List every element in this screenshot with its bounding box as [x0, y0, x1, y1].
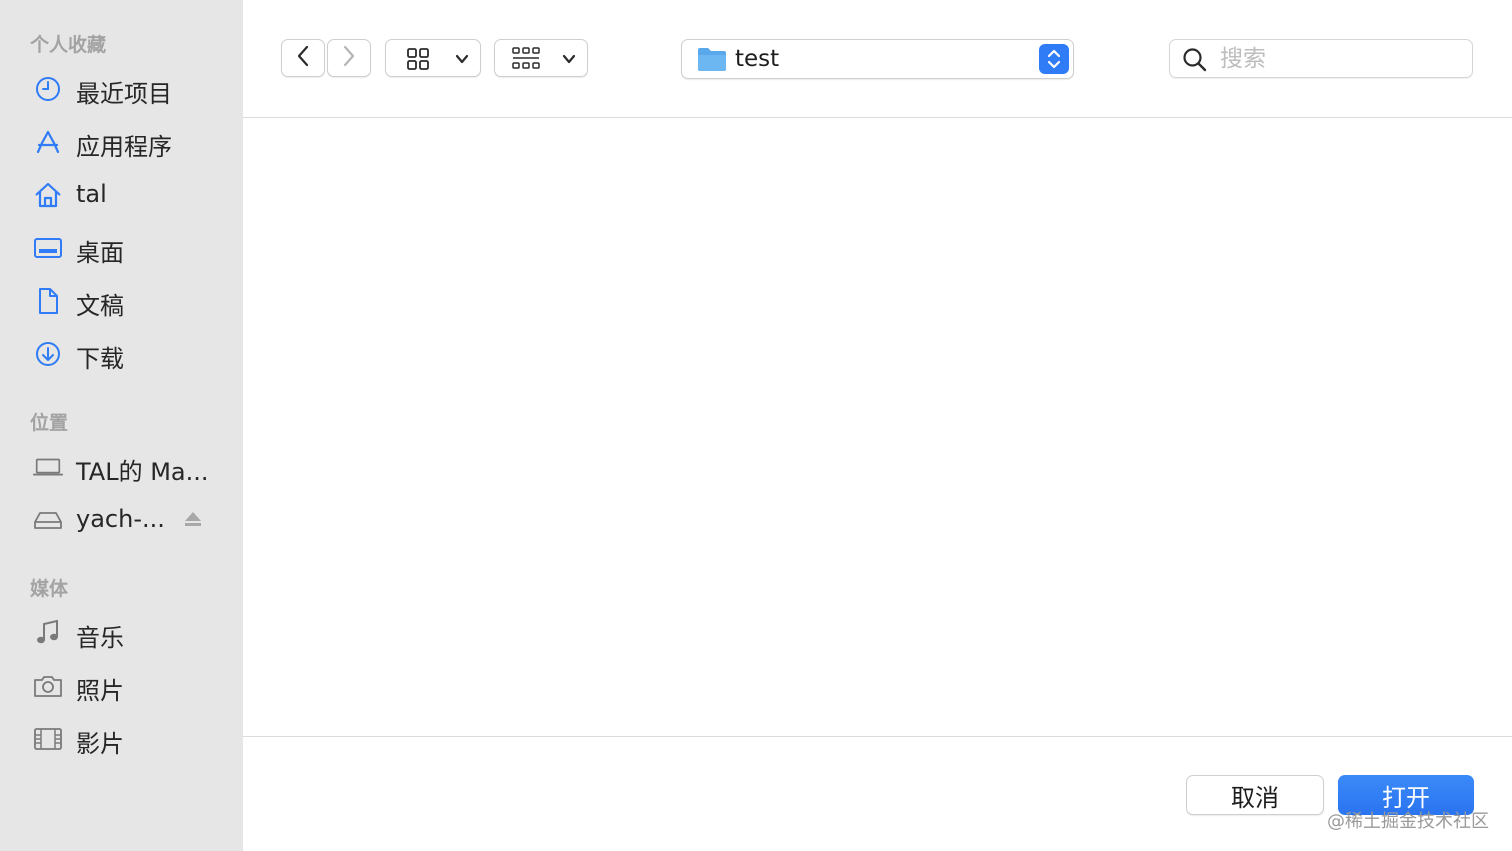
sidebar: 个人收藏 最近项目 应用程序 tal 桌面 文稿 下载 位置 TAL的 Ma..…	[0, 0, 243, 851]
sidebar-item-home[interactable]: tal	[0, 172, 243, 216]
locations-section-title: 位置	[30, 412, 69, 434]
drive-icon	[32, 506, 64, 534]
chevron-right-icon	[341, 44, 357, 72]
document-icon	[32, 287, 64, 315]
film-icon	[32, 725, 64, 753]
sidebar-item-applications[interactable]: 应用程序	[0, 119, 243, 163]
watermark: @稀土掘金技术社区	[1327, 811, 1489, 832]
laptop-icon	[32, 453, 64, 481]
chevron-down-icon	[454, 51, 470, 71]
group-by-button[interactable]	[494, 39, 588, 77]
search-icon	[1182, 47, 1208, 77]
sidebar-item-label: 最近项目	[76, 80, 172, 108]
sidebar-item-label: 桌面	[76, 239, 124, 267]
chevron-left-icon	[295, 44, 311, 72]
current-folder-name: test	[735, 46, 780, 72]
media-section-title: 媒体	[30, 578, 69, 600]
folder-icon	[697, 46, 727, 76]
main-panel: test 取消 打开 @稀土掘金技术社区	[243, 0, 1512, 851]
sidebar-item-label: TAL的 Ma...	[76, 458, 209, 486]
camera-icon	[32, 672, 64, 700]
download-icon	[32, 340, 64, 368]
sidebar-item-music[interactable]: 音乐	[0, 610, 243, 654]
file-browser-area[interactable]	[243, 119, 1512, 736]
sidebar-item-macbook[interactable]: TAL的 Ma...	[0, 444, 243, 488]
toolbar: test	[243, 0, 1512, 118]
apps-icon	[32, 128, 64, 156]
eject-icon[interactable]	[182, 509, 204, 529]
home-icon	[32, 181, 64, 209]
dialog-footer: 取消 打开 @稀土掘金技术社区	[243, 736, 1512, 851]
sidebar-item-documents[interactable]: 文稿	[0, 278, 243, 322]
sidebar-item-yach-drive[interactable]: yach-...	[0, 497, 243, 541]
sidebar-item-label: 应用程序	[76, 133, 172, 161]
stepper-icon	[1039, 44, 1069, 74]
music-icon	[32, 619, 64, 647]
sidebar-item-desktop[interactable]: 桌面	[0, 225, 243, 269]
search-input[interactable]	[1220, 44, 1460, 74]
cancel-button[interactable]: 取消	[1186, 775, 1324, 815]
grid-icon	[406, 47, 430, 75]
clock-icon	[32, 75, 64, 103]
sidebar-item-movies[interactable]: 影片	[0, 716, 243, 760]
forward-button[interactable]	[327, 39, 371, 77]
desktop-icon	[32, 234, 64, 262]
sidebar-item-label: tal	[76, 180, 107, 208]
sidebar-item-photos[interactable]: 照片	[0, 663, 243, 707]
gallery-grid-icon	[511, 46, 541, 76]
sidebar-item-label: 照片	[76, 677, 124, 705]
chevron-down-icon	[561, 51, 577, 71]
sidebar-item-label: yach-...	[76, 505, 165, 533]
view-mode-button[interactable]	[385, 39, 481, 77]
favorites-section-title: 个人收藏	[30, 34, 107, 56]
back-button[interactable]	[281, 39, 325, 77]
sidebar-item-recents[interactable]: 最近项目	[0, 66, 243, 110]
sidebar-item-label: 影片	[76, 730, 124, 758]
sidebar-item-label: 下载	[76, 345, 124, 373]
location-popup[interactable]: test	[681, 39, 1074, 79]
search-field[interactable]	[1169, 39, 1473, 78]
sidebar-item-downloads[interactable]: 下载	[0, 331, 243, 375]
sidebar-item-label: 音乐	[76, 624, 124, 652]
sidebar-item-label: 文稿	[76, 292, 124, 320]
